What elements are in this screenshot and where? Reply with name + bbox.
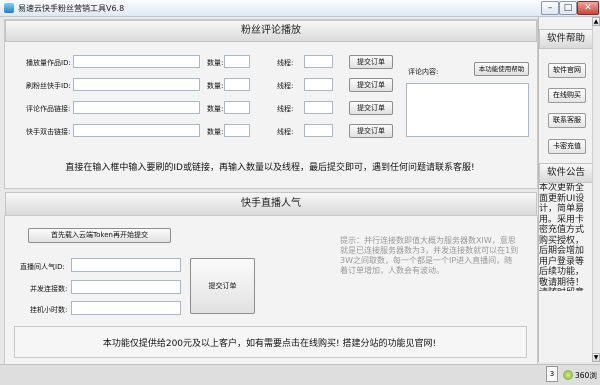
contact-support-button[interactable]: 联系客服 (548, 113, 586, 128)
vertical-scrollbar[interactable] (592, 17, 600, 362)
row3-thread-label: 线程: (277, 105, 294, 113)
browser-brand-text: 360浏 (575, 371, 597, 380)
row3-thread-input[interactable] (304, 101, 333, 114)
row4-thread-input[interactable] (304, 124, 333, 137)
card-recharge-button[interactable]: 卡密充值 (548, 139, 586, 154)
hang-hours-input[interactable] (71, 301, 181, 315)
row1-thread-input[interactable] (304, 55, 333, 68)
browser-logo-icon (563, 370, 573, 380)
concurrency-input[interactable] (71, 280, 181, 294)
hang-hours-label: 挂机小时数: (30, 306, 68, 314)
row2-submit-button[interactable]: 提交订单 (349, 78, 393, 92)
row2-qty-label: 数量: (207, 82, 224, 90)
official-site-button[interactable]: 软件官网 (548, 63, 586, 78)
row4-thread-label: 线程: (277, 128, 294, 136)
maximize-button[interactable]: □ (559, 1, 577, 15)
help-usage-button[interactable]: 本功能使用帮助 (474, 62, 529, 76)
row2-thread-label: 线程: (277, 82, 294, 90)
row4-qty-input[interactable] (224, 124, 250, 137)
row1-qty-input[interactable] (224, 55, 250, 68)
row4-submit-button[interactable]: 提交订单 (349, 124, 393, 138)
close-button[interactable]: ✕ (577, 1, 599, 15)
scroll-down-arrow[interactable]: ▼ (592, 353, 600, 362)
live-notice-text: 本功能仅提供给200元及以上客户，如有需要点击在线购买! 搭建分站的功能见官网! (102, 339, 437, 349)
row1-thread-label: 线程: (277, 59, 294, 67)
status-bar (0, 364, 600, 385)
row3-label: 评论作品链接: (26, 105, 71, 113)
notification-badge[interactable]: 3 (546, 366, 558, 382)
row1-submit-button[interactable]: 提交订单 (349, 55, 393, 69)
row2-thread-input[interactable] (304, 78, 333, 91)
scroll-up-arrow[interactable]: ▲ (592, 17, 600, 26)
live-room-id-input[interactable] (71, 258, 181, 272)
comment-work-link-input[interactable] (73, 101, 200, 114)
comment-content-label: 评论内容: (408, 68, 439, 76)
row1-label: 播放量作品ID: (26, 59, 71, 67)
window-title: 易速云快手粉丝营销工具V6.8 (18, 4, 125, 13)
live-room-id-label: 直播间人气ID: (20, 263, 65, 271)
row2-qty-input[interactable] (224, 78, 250, 91)
row3-qty-label: 数量: (207, 105, 224, 113)
announcement-text: 本次更新全面更新UI设计，简单易用。采用卡密充值方式购买授权，后期会增加用户登录… (539, 183, 585, 291)
fans-user-id-input[interactable] (73, 78, 200, 91)
live-submit-button[interactable]: 提交订单 (190, 258, 255, 314)
comment-section-header: 粉丝评论播放 (5, 20, 537, 42)
load-token-button[interactable]: 首先载入云端Token再开始提交 (28, 228, 171, 243)
row3-submit-button[interactable]: 提交订单 (349, 101, 393, 115)
double-click-link-input[interactable] (73, 124, 200, 137)
row4-label: 快手双击链接: (26, 128, 71, 136)
play-work-id-input[interactable] (73, 55, 200, 68)
row1-qty-label: 数量: (207, 59, 224, 67)
row3-qty-input[interactable] (224, 101, 250, 114)
live-hint-text: 提示：并行连接数即值大概为服务器数XIW，意思就是已连接服务器数为3，并发连接数… (340, 236, 519, 275)
app-icon (4, 3, 14, 13)
minimize-button[interactable]: – (541, 1, 559, 15)
row2-label: 刷粉丝快手ID: (26, 82, 71, 90)
software-announce-header: 软件公告 (539, 163, 593, 183)
row4-qty-label: 数量: (207, 128, 224, 136)
buy-online-button[interactable]: 在线购买 (548, 88, 586, 103)
concurrency-label: 并发连接数: (30, 285, 68, 293)
live-section-header: 快手直播人气 (5, 192, 537, 216)
title-bar: 易速云快手粉丝营销工具V6.8 – □ ✕ (0, 0, 600, 17)
comment-notice-text: 直接在输入框中输入要刷的ID或链接，再输入数量以及线程，最后提交即可，遇到任何问… (65, 163, 475, 173)
software-help-header: 软件帮助 (539, 29, 593, 49)
comment-content-textarea[interactable] (406, 83, 529, 137)
